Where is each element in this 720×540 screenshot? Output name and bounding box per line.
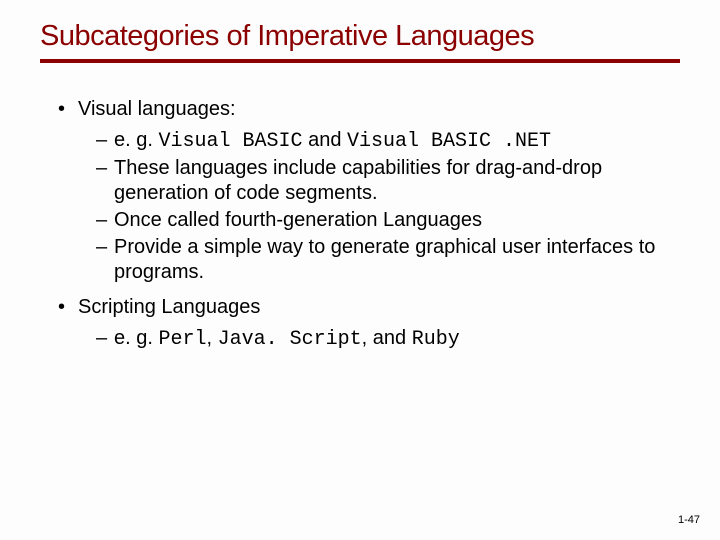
text: e. g. bbox=[114, 327, 158, 349]
slide-title: Subcategories of Imperative Languages bbox=[40, 20, 680, 53]
code-text: Java. Script bbox=[218, 328, 362, 351]
bullet-scripting-languages: Scripting Languages e. g. Perl, Java. Sc… bbox=[58, 295, 680, 352]
sub-list: e. g. Visual BASIC and Visual BASIC .NET… bbox=[78, 128, 680, 285]
text: , and bbox=[362, 327, 412, 349]
sub-list: e. g. Perl, Java. Script, and Ruby bbox=[78, 326, 680, 352]
bullet-heading: Visual languages: bbox=[78, 98, 236, 120]
text: e. g. bbox=[114, 129, 158, 151]
code-text: Visual BASIC bbox=[158, 130, 302, 153]
bullet-heading: Scripting Languages bbox=[78, 296, 260, 318]
text: , bbox=[207, 327, 218, 349]
code-text: Ruby bbox=[412, 328, 460, 351]
sub-item: e. g. Perl, Java. Script, and Ruby bbox=[96, 326, 680, 352]
title-underline bbox=[40, 59, 680, 63]
code-text: Visual BASIC .NET bbox=[347, 130, 551, 153]
sub-item: Provide a simple way to generate graphic… bbox=[96, 235, 680, 285]
bullet-visual-languages: Visual languages: e. g. Visual BASIC and… bbox=[58, 97, 680, 285]
sub-item: These languages include capabilities for… bbox=[96, 156, 680, 206]
page-number: 1-47 bbox=[678, 514, 700, 526]
slide: Subcategories of Imperative Languages Vi… bbox=[0, 0, 720, 540]
bullet-list: Visual languages: e. g. Visual BASIC and… bbox=[40, 97, 680, 352]
code-text: Perl bbox=[158, 328, 206, 351]
sub-item: Once called fourth-generation Languages bbox=[96, 208, 680, 233]
slide-content: Visual languages: e. g. Visual BASIC and… bbox=[40, 97, 680, 352]
text: and bbox=[303, 129, 347, 151]
sub-item: e. g. Visual BASIC and Visual BASIC .NET bbox=[96, 128, 680, 154]
